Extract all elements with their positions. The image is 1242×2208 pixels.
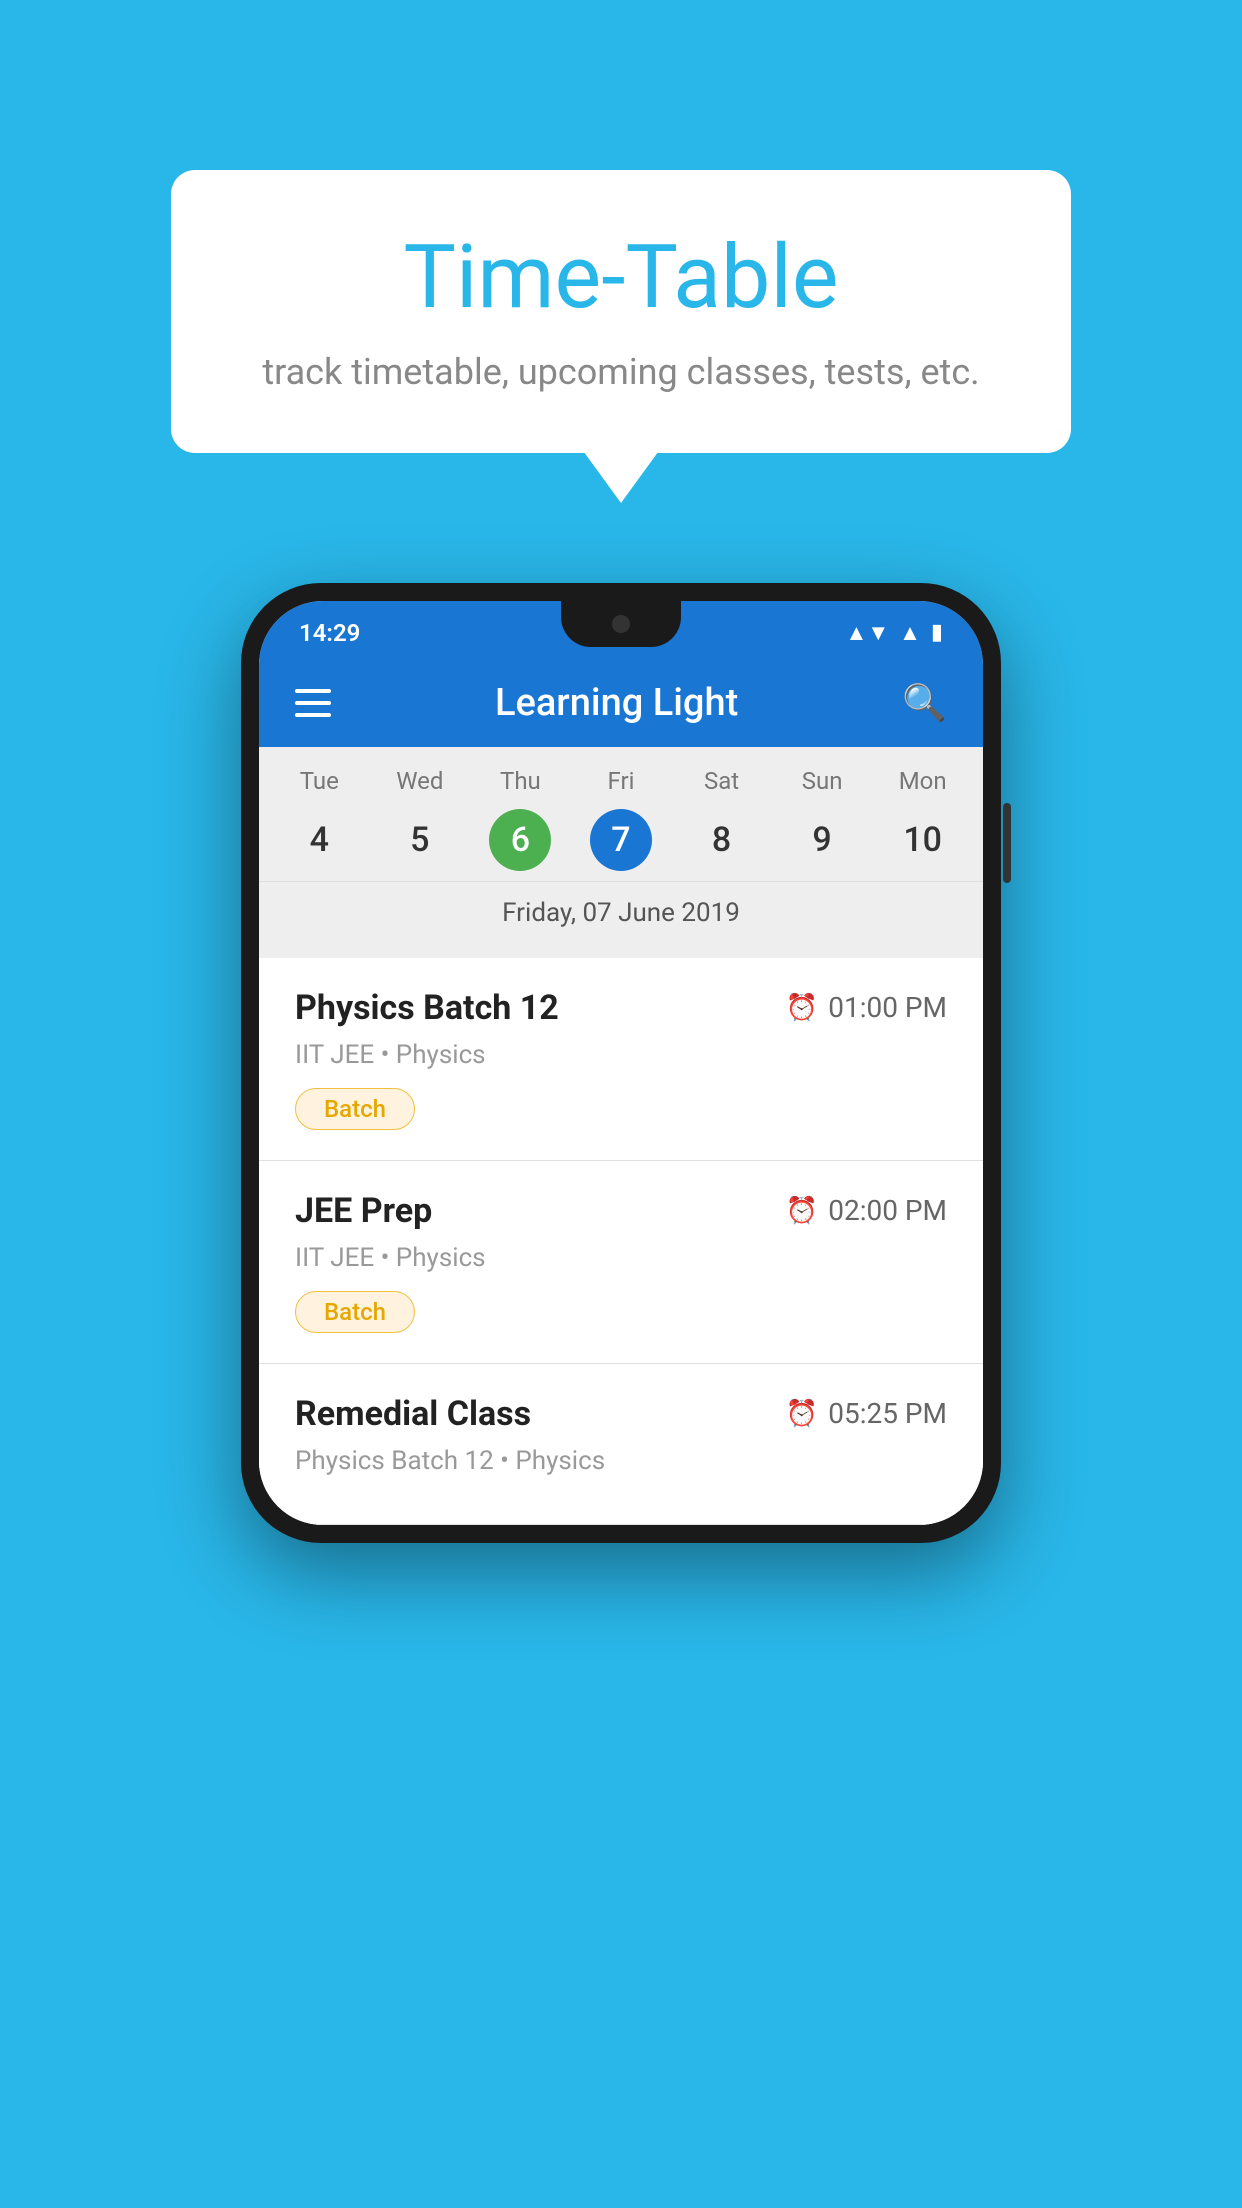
schedule-item-0[interactable]: Physics Batch 12 ⏰ 01:00 PM IIT JEE • Ph…: [259, 958, 983, 1161]
wifi-icon: ▲▼: [846, 620, 890, 646]
hamburger-line-2: [295, 701, 331, 705]
schedule-item-1[interactable]: JEE Prep ⏰ 02:00 PM IIT JEE • Physics Ba…: [259, 1161, 983, 1364]
schedule-time: ⏰ 05:25 PM: [786, 1397, 947, 1430]
time-value: 02:00 PM: [828, 1194, 947, 1227]
hamburger-menu-button[interactable]: [295, 689, 331, 717]
signal-icon: ▲: [899, 620, 921, 646]
day-label: Fri: [608, 767, 635, 795]
schedule-item-2[interactable]: Remedial Class ⏰ 05:25 PM Physics Batch …: [259, 1364, 983, 1525]
phone-frame: 14:29 ▲▼ ▲ ▮ Learning Light 🔍: [241, 583, 1001, 1543]
days-row: Tue 4 Wed 5 Thu 6 Fri 7 Sat 8 Sun 9 Mon 10: [259, 767, 983, 871]
speech-bubble: Time-Table track timetable, upcoming cla…: [171, 170, 1071, 453]
schedule-time: ⏰ 02:00 PM: [786, 1194, 947, 1227]
day-number[interactable]: 6: [489, 809, 551, 871]
schedule-title: JEE Prep: [295, 1191, 432, 1231]
bubble-title: Time-Table: [251, 230, 991, 327]
day-col-7[interactable]: Fri 7: [576, 767, 666, 871]
day-number[interactable]: 5: [389, 809, 451, 871]
day-col-4[interactable]: Tue 4: [274, 767, 364, 871]
battery-icon: ▮: [931, 620, 943, 645]
day-label: Sun: [802, 767, 843, 795]
hamburger-line-1: [295, 689, 331, 693]
day-label: Thu: [500, 767, 541, 795]
bubble-subtitle: track timetable, upcoming classes, tests…: [251, 351, 991, 393]
schedule-list: Physics Batch 12 ⏰ 01:00 PM IIT JEE • Ph…: [259, 958, 983, 1525]
app-bar-title: Learning Light: [495, 681, 738, 725]
clock-icon: ⏰: [786, 1399, 818, 1429]
schedule-time: ⏰ 01:00 PM: [786, 991, 947, 1024]
selected-date-label: Friday, 07 June 2019: [259, 881, 983, 948]
day-label: Sat: [704, 767, 739, 795]
schedule-item-header: JEE Prep ⏰ 02:00 PM: [295, 1191, 947, 1231]
day-number[interactable]: 10: [892, 809, 954, 871]
status-icons: ▲▼ ▲ ▮: [846, 620, 943, 646]
schedule-title: Physics Batch 12: [295, 988, 559, 1028]
batch-badge: Batch: [295, 1291, 415, 1333]
app-bar: Learning Light 🔍: [259, 659, 983, 747]
day-label: Mon: [899, 767, 947, 795]
time-value: 05:25 PM: [828, 1397, 947, 1430]
phone-screen: 14:29 ▲▼ ▲ ▮ Learning Light 🔍: [259, 601, 983, 1525]
status-time: 14:29: [299, 619, 360, 647]
day-number[interactable]: 4: [288, 809, 350, 871]
schedule-title: Remedial Class: [295, 1394, 531, 1434]
day-col-10[interactable]: Mon 10: [878, 767, 968, 871]
day-number[interactable]: 9: [791, 809, 853, 871]
day-col-8[interactable]: Sat 8: [677, 767, 767, 871]
time-value: 01:00 PM: [828, 991, 947, 1024]
schedule-subtitle: IIT JEE • Physics: [295, 1040, 947, 1070]
clock-icon: ⏰: [786, 993, 818, 1023]
day-col-5[interactable]: Wed 5: [375, 767, 465, 871]
schedule-item-header: Physics Batch 12 ⏰ 01:00 PM: [295, 988, 947, 1028]
calendar-strip: Tue 4 Wed 5 Thu 6 Fri 7 Sat 8 Sun 9 Mon 10 Friday, 07…: [259, 747, 983, 958]
hamburger-line-3: [295, 713, 331, 717]
camera-dot: [612, 615, 630, 633]
day-col-9[interactable]: Sun 9: [777, 767, 867, 871]
batch-badge: Batch: [295, 1088, 415, 1130]
day-label: Wed: [396, 767, 443, 795]
search-button[interactable]: 🔍: [902, 682, 947, 724]
schedule-item-header: Remedial Class ⏰ 05:25 PM: [295, 1394, 947, 1434]
day-number[interactable]: 8: [691, 809, 753, 871]
volume-button: [1003, 803, 1011, 883]
day-col-6[interactable]: Thu 6: [475, 767, 565, 871]
phone-notch: [561, 601, 681, 647]
schedule-subtitle: IIT JEE • Physics: [295, 1243, 947, 1273]
day-label: Tue: [300, 767, 339, 795]
day-number[interactable]: 7: [590, 809, 652, 871]
clock-icon: ⏰: [786, 1196, 818, 1226]
phone-mockup: 14:29 ▲▼ ▲ ▮ Learning Light 🔍: [241, 583, 1001, 1543]
schedule-subtitle: Physics Batch 12 • Physics: [295, 1446, 947, 1476]
